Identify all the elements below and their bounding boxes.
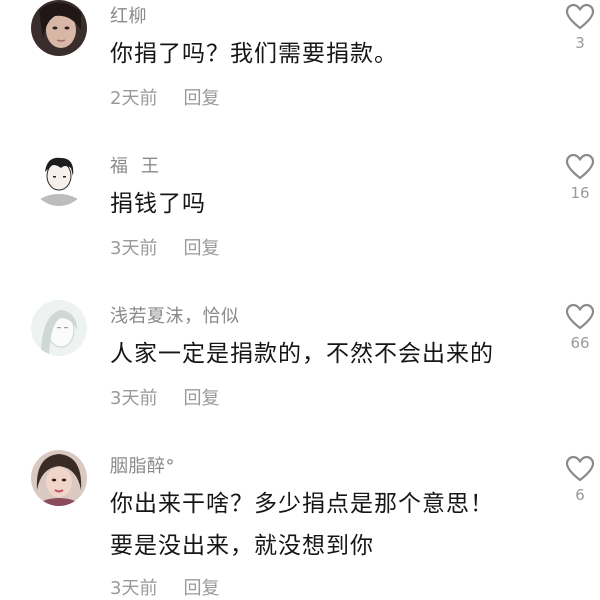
comment-text: 人家一定是捐款的，不然不会出来的 xyxy=(110,341,494,367)
comment-text: 要是没出来，就没想到你 xyxy=(110,533,374,559)
like-count: 3 xyxy=(575,34,585,52)
reply-button[interactable]: 回复 xyxy=(183,238,219,259)
like-count: 66 xyxy=(570,334,590,352)
avatar[interactable] xyxy=(31,450,87,506)
comment-username[interactable]: 胭脂醉° xyxy=(110,452,175,478)
avatar[interactable] xyxy=(31,300,87,356)
comment-item: 胭脂醉° 你出来干啥？多少捐点是那个意思！ 要是没出来，就没想到你 3天前 回复 … xyxy=(0,450,600,599)
avatar[interactable] xyxy=(31,150,87,206)
comment-time: 3天前 xyxy=(110,578,158,599)
comment-item: 浅若夏沫，恰似 人家一定是捐款的，不然不会出来的 3天前 回复 66 xyxy=(0,300,600,440)
comment-username[interactable]: 浅若夏沫，恰似 xyxy=(110,302,240,328)
comment-text: 你出来干啥？多少捐点是那个意思！ xyxy=(110,491,494,517)
comment-text: 捐钱了吗 xyxy=(110,191,206,217)
comment-username[interactable]: 红柳 xyxy=(110,2,147,28)
heart-outline-icon xyxy=(565,455,595,482)
avatar[interactable] xyxy=(31,0,87,56)
like-button[interactable]: 16 xyxy=(560,153,600,202)
comment-item: 红柳 你捐了吗？我们需要捐款。 2天前 回复 3 xyxy=(0,0,600,140)
heart-outline-icon xyxy=(565,3,595,30)
reply-button[interactable]: 回复 xyxy=(183,88,219,109)
comment-item: 福 王 捐钱了吗 3天前 回复 16 xyxy=(0,150,600,290)
like-button[interactable]: 6 xyxy=(560,455,600,504)
comment-username[interactable]: 福 王 xyxy=(110,152,159,178)
like-button[interactable]: 66 xyxy=(560,303,600,352)
like-count: 16 xyxy=(570,184,590,202)
heart-outline-icon xyxy=(565,303,595,330)
comment-meta: 3天前 回复 xyxy=(110,574,219,600)
comment-meta: 2天前 回复 xyxy=(110,84,219,110)
comment-text: 你捐了吗？我们需要捐款。 xyxy=(110,41,398,67)
like-count: 6 xyxy=(575,486,585,504)
comment-time: 3天前 xyxy=(110,388,158,409)
reply-button[interactable]: 回复 xyxy=(183,388,219,409)
comment-time: 2天前 xyxy=(110,88,158,109)
comment-time: 3天前 xyxy=(110,238,158,259)
heart-outline-icon xyxy=(565,153,595,180)
comment-meta: 3天前 回复 xyxy=(110,234,219,260)
reply-button[interactable]: 回复 xyxy=(183,578,219,599)
like-button[interactable]: 3 xyxy=(560,3,600,52)
comment-meta: 3天前 回复 xyxy=(110,384,219,410)
